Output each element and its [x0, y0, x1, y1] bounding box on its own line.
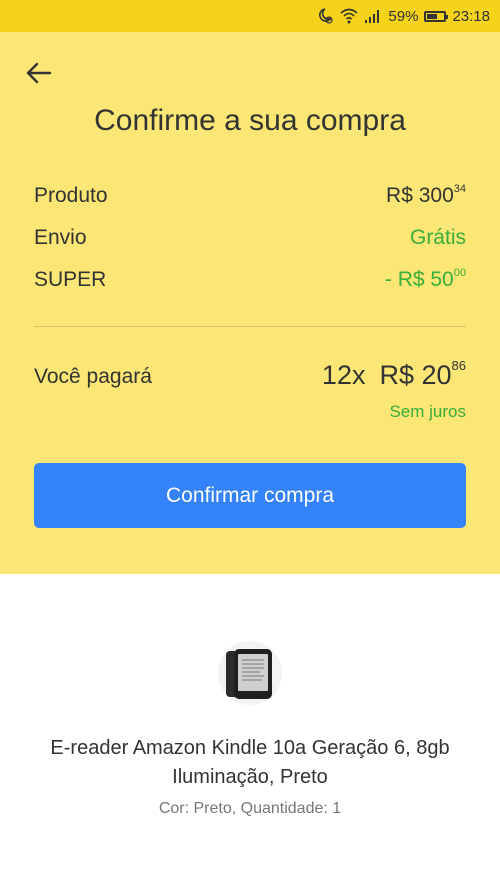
- product-image: [218, 641, 282, 705]
- summary-row-product: Produto R$ 30034: [34, 184, 466, 208]
- battery-percent: 59%: [388, 7, 419, 25]
- interest-free-note: Sem juros: [389, 402, 466, 421]
- installments: 12x: [321, 360, 366, 390]
- signal-icon: [364, 7, 382, 25]
- summary-value: Grátis: [410, 226, 466, 250]
- value-cents: 34: [453, 183, 466, 195]
- page-title: Confirme a sua compra: [94, 104, 406, 137]
- value-main: - R$ 50: [384, 268, 454, 291]
- summary-row-super-discount: SUPER - R$ 5000: [34, 268, 466, 292]
- summary-value: R$ 30034: [386, 184, 466, 208]
- value-cents: 00: [453, 267, 466, 279]
- arrow-left-icon: [26, 62, 52, 84]
- product-title: E-reader Amazon Kindle 10a Geração 6, 8g…: [50, 737, 450, 788]
- product-details: Cor: Preto, Quantidade: 1: [158, 800, 342, 817]
- wifi-icon: [340, 7, 358, 25]
- summary-label: Produto: [34, 184, 108, 207]
- e-reader-icon: [226, 649, 272, 699]
- amount-cents: 86: [451, 358, 466, 373]
- total-label: Você pagará: [34, 365, 152, 388]
- total-amount: 12x R$ 2086: [321, 358, 466, 391]
- purchase-summary-panel: Confirme a sua compra Produto R$ 30034 E…: [0, 32, 500, 574]
- divider: [34, 326, 466, 327]
- status-bar: 59% 23:18: [0, 0, 500, 32]
- confirm-purchase-button[interactable]: Confirmar compra: [34, 463, 466, 528]
- battery-fill: [427, 13, 437, 19]
- moon-alarm-icon: [316, 7, 334, 25]
- battery-icon: [424, 10, 449, 22]
- clock: 23:18: [452, 7, 490, 25]
- summary-value: - R$ 5000: [385, 268, 466, 292]
- value-main: Grátis: [409, 226, 466, 249]
- status-icons: 59% 23:18: [316, 0, 490, 32]
- value-main: R$ 300: [386, 184, 454, 207]
- summary-label: SUPER: [34, 268, 107, 291]
- back-button[interactable]: [22, 58, 56, 88]
- summary-label: Envio: [34, 226, 87, 249]
- amount-main: R$ 20: [379, 360, 452, 390]
- summary-row-shipping: Envio Grátis: [34, 226, 466, 250]
